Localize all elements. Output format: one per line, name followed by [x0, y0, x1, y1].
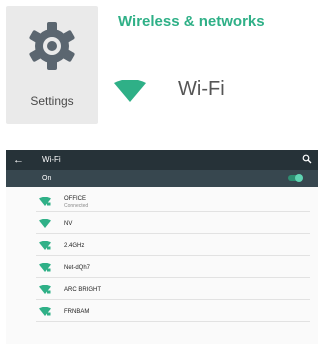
- wifi-lock-icon: [39, 285, 51, 294]
- row-divider: [36, 255, 310, 256]
- network-name: ARC BRIGHT: [64, 287, 102, 293]
- network-row[interactable]: OFFICE Connected: [6, 191, 318, 212]
- settings-label: Settings: [30, 94, 74, 108]
- network-name: Net-dQh7: [64, 265, 91, 271]
- wifi-lock-icon: [39, 197, 51, 206]
- page-title: Wi-Fi: [42, 155, 61, 164]
- row-divider: [36, 277, 310, 278]
- section-title: Wireless & networks: [118, 13, 265, 30]
- wifi-icon: [39, 219, 51, 228]
- network-name: NV: [64, 221, 73, 227]
- network-name: OFFICE: [64, 196, 86, 202]
- wifi-toggle-row[interactable]: On: [6, 170, 318, 187]
- row-divider: [36, 233, 310, 234]
- network-row[interactable]: NV: [6, 213, 318, 234]
- settings-app-tile[interactable]: Settings: [6, 6, 98, 124]
- network-name: 2.4GHz: [64, 243, 85, 249]
- network-row[interactable]: FRNBAM: [6, 301, 318, 322]
- network-status: Connected: [64, 203, 89, 209]
- row-divider: [36, 211, 310, 212]
- wifi-icon[interactable]: [114, 80, 146, 102]
- network-name: FRNBAM: [64, 309, 90, 315]
- wifi-toggle-switch[interactable]: [288, 174, 303, 182]
- network-row[interactable]: ARC BRIGHT: [6, 279, 318, 300]
- toggle-knob: [295, 174, 303, 182]
- toggle-label: On: [42, 175, 52, 182]
- wifi-lock-icon: [39, 307, 51, 316]
- back-arrow-icon[interactable]: ←: [13, 153, 24, 167]
- gear-icon: [29, 22, 75, 70]
- network-row[interactable]: 2.4GHz: [6, 235, 318, 256]
- wifi-lock-icon: [39, 241, 51, 250]
- row-divider: [36, 299, 310, 300]
- app-bar: ← Wi-Fi: [6, 150, 318, 170]
- wifi-lock-icon: [39, 263, 51, 272]
- search-icon[interactable]: [302, 154, 312, 164]
- wifi-label[interactable]: Wi-Fi: [178, 78, 225, 101]
- network-row[interactable]: Net-dQh7: [6, 257, 318, 278]
- wifi-settings-screen: ← Wi-Fi On OFFICE Connected NV 2.4GHz Net-dQ…: [6, 150, 318, 344]
- row-divider: [36, 321, 310, 322]
